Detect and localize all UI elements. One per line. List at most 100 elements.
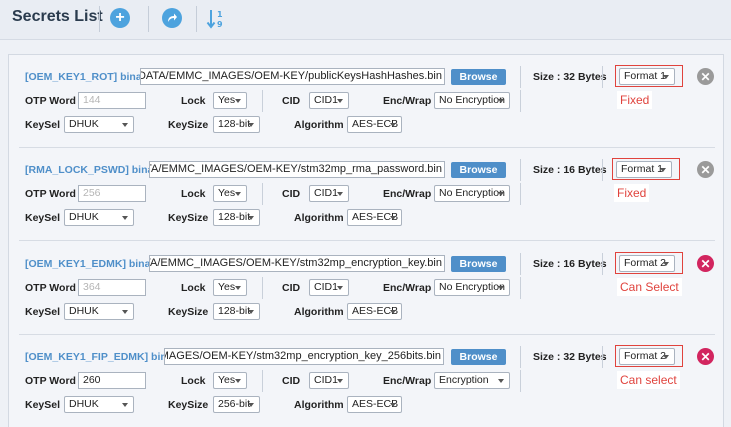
vertical-divider <box>262 183 263 205</box>
lock-select[interactable]: Yes <box>213 185 247 202</box>
toolbar-divider <box>196 6 197 32</box>
chevron-down-icon <box>248 123 254 127</box>
vertical-divider <box>520 253 521 275</box>
keysize-value: 128-bit <box>218 211 251 223</box>
keysel-label: KeySel <box>25 306 61 318</box>
secret-entry: [OEM_KEY1_ROT] binary : ome/thinhnguyen/… <box>9 55 725 148</box>
keysel-select[interactable]: DHUK <box>64 116 134 133</box>
enc-wrap-label: Enc/Wrap <box>383 188 432 200</box>
binary-path-field[interactable]: /thinhnguyen/DATA/EMMC_IMAGES/OEM-KEY/st… <box>149 255 445 272</box>
sort-numeric-icon[interactable]: 1 9 <box>206 8 226 30</box>
format-highlight-box <box>612 158 680 180</box>
otp-word-input[interactable]: 256 <box>78 185 146 202</box>
size-label: Size : 16 Bytes <box>533 164 607 176</box>
browse-button[interactable]: Browse <box>451 69 506 85</box>
keysize-select[interactable]: 128-bit <box>213 116 260 133</box>
browse-button[interactable]: Browse <box>451 349 506 365</box>
algorithm-select[interactable]: AES-ECB <box>347 396 402 413</box>
browse-button[interactable]: Browse <box>451 162 506 178</box>
close-icon[interactable]: ✕ <box>697 68 714 85</box>
vertical-divider <box>520 183 521 205</box>
chevron-down-icon <box>235 379 241 383</box>
vertical-divider <box>262 90 263 112</box>
browse-button[interactable]: Browse <box>451 256 506 272</box>
enc-wrap-value: No Encryption <box>439 94 505 106</box>
binary-path-field[interactable]: ome/thinhnguyen/DATA/EMMC_IMAGES/OEM-KEY… <box>140 68 445 85</box>
lock-label: Lock <box>181 188 206 200</box>
vertical-divider <box>520 90 521 112</box>
chevron-down-icon <box>390 310 396 314</box>
chevron-down-icon <box>248 310 254 314</box>
binary-path-text: n/DATA/EMMC_IMAGES/OEM-KEY/stm32mp_encry… <box>165 350 441 362</box>
chevron-down-icon <box>235 286 241 290</box>
chevron-down-icon <box>498 99 504 103</box>
close-icon[interactable]: ✕ <box>697 161 714 178</box>
otp-word-label: OTP Word <box>25 188 76 200</box>
size-label: Size : 32 Bytes <box>533 351 607 363</box>
enc-wrap-value: Encryption <box>439 374 489 386</box>
lock-value: Yes <box>218 187 236 199</box>
otp-word-input[interactable]: 364 <box>78 279 146 296</box>
format-note: Can Select <box>617 278 682 296</box>
chevron-down-icon <box>390 123 396 127</box>
binary-path-field[interactable]: n/DATA/EMMC_IMAGES/OEM-KEY/stm32mp_encry… <box>164 348 444 365</box>
enc-wrap-select[interactable]: No Encryption <box>434 92 510 109</box>
keysel-select[interactable]: DHUK <box>64 209 134 226</box>
binary-path-text: ome/thinhnguyen/DATA/EMMC_IMAGES/OEM-KEY… <box>140 70 442 82</box>
toolbar: Secrets List + 1 9 <box>0 0 731 40</box>
toolbar-divider <box>148 6 149 32</box>
keysel-select[interactable]: DHUK <box>64 396 134 413</box>
cid-select[interactable]: CID1 <box>309 372 349 389</box>
keysize-select[interactable]: 128-bit <box>213 209 260 226</box>
enc-wrap-select[interactable]: No Encryption <box>434 279 510 296</box>
keysel-select[interactable]: DHUK <box>64 303 134 320</box>
lock-label: Lock <box>181 375 206 387</box>
binary-path-field[interactable]: /thinhnguyen/DATA/EMMC_IMAGES/OEM-KEY/st… <box>149 161 445 178</box>
format-highlight-box <box>615 345 683 367</box>
algorithm-select[interactable]: AES-ECB <box>347 116 402 133</box>
lock-select[interactable]: Yes <box>213 372 247 389</box>
toolbar-divider <box>99 6 100 32</box>
keysel-label: KeySel <box>25 119 61 131</box>
cid-label: CID <box>282 188 301 200</box>
chevron-down-icon <box>248 216 254 220</box>
otp-word-label: OTP Word <box>25 95 76 107</box>
keysel-label: KeySel <box>25 399 61 411</box>
secret-entry: [RMA_LOCK_PSWD] binary : /thinhnguyen/DA… <box>9 148 725 241</box>
otp-word-input[interactable]: 260 <box>78 372 146 389</box>
algorithm-label: Algorithm <box>294 212 344 224</box>
chevron-down-icon <box>390 403 396 407</box>
binary-label: [OEM_KEY1_ROT] binary : <box>25 71 159 83</box>
algorithm-select[interactable]: AES-ECB <box>347 303 402 320</box>
share-arrow-icon[interactable] <box>162 8 182 28</box>
lock-select[interactable]: Yes <box>213 279 247 296</box>
chevron-down-icon <box>337 286 343 290</box>
algorithm-label: Algorithm <box>294 306 344 318</box>
lock-value: Yes <box>218 374 236 386</box>
cid-select[interactable]: CID1 <box>309 279 349 296</box>
enc-wrap-select[interactable]: No Encryption <box>434 185 510 202</box>
keysize-select[interactable]: 256-bit <box>213 396 260 413</box>
entry-divider <box>19 240 715 241</box>
keysize-label: KeySize <box>168 306 209 318</box>
algorithm-select[interactable]: AES-ECB <box>347 209 402 226</box>
keysize-select[interactable]: 128-bit <box>213 303 260 320</box>
close-icon[interactable]: ✕ <box>697 348 714 365</box>
cid-select[interactable]: CID1 <box>309 92 349 109</box>
plus-circle-icon[interactable]: + <box>110 8 130 28</box>
close-icon[interactable]: ✕ <box>697 255 714 272</box>
enc-wrap-label: Enc/Wrap <box>383 375 432 387</box>
cid-value: CID1 <box>314 281 338 293</box>
enc-wrap-select[interactable]: Encryption <box>434 372 510 389</box>
chevron-down-icon <box>337 192 343 196</box>
cid-value: CID1 <box>314 94 338 106</box>
chevron-down-icon <box>390 216 396 220</box>
chevron-down-icon <box>337 379 343 383</box>
cid-select[interactable]: CID1 <box>309 185 349 202</box>
chevron-down-icon <box>498 286 504 290</box>
keysel-value: DHUK <box>69 118 99 130</box>
lock-label: Lock <box>181 95 206 107</box>
lock-select[interactable]: Yes <box>213 92 247 109</box>
otp-word-input[interactable]: 144 <box>78 92 146 109</box>
binary-label: [RMA_LOCK_PSWD] binary : <box>25 164 170 176</box>
